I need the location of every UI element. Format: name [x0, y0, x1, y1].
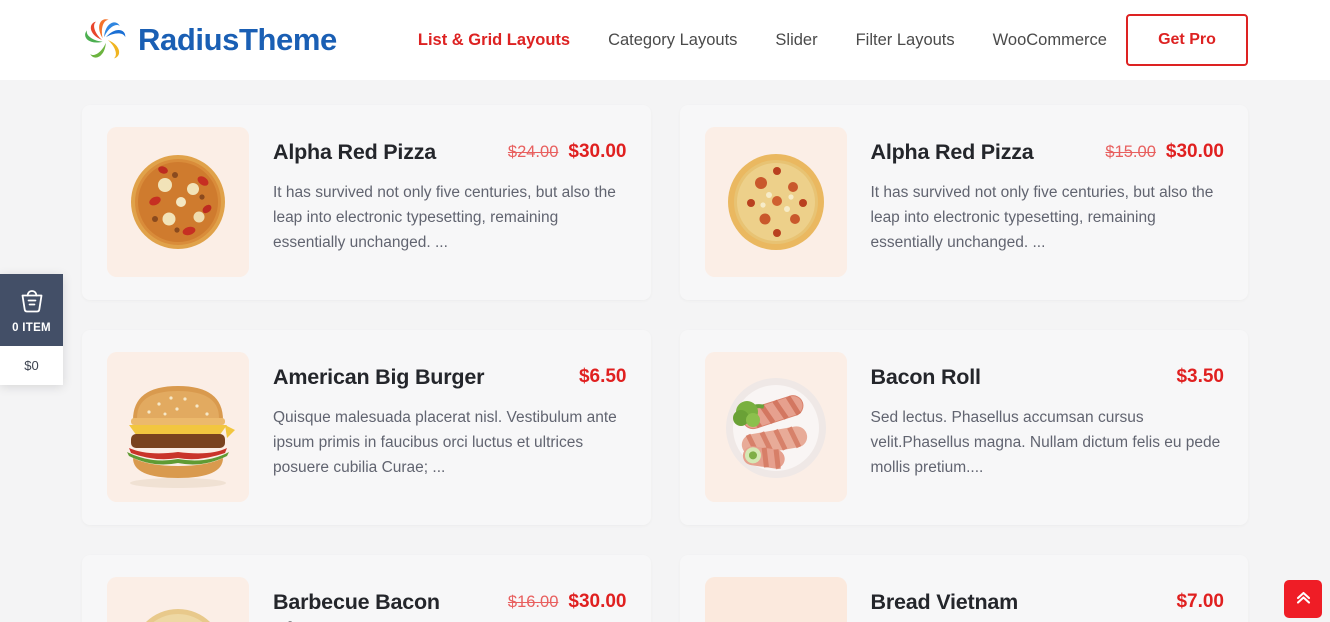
browser-viewport: RadiusTheme List & Grid Layouts Category…	[0, 0, 1330, 622]
product-description: Quisque malesuada placerat nisl. Vestibu…	[273, 408, 617, 476]
product-title[interactable]: Barbecue Bacon Pizza	[273, 589, 494, 622]
main-content: Alpha Red Pizza $24.00 $30.00 It has sur…	[0, 80, 1330, 622]
bacon-rolls-plate-photo	[704, 352, 847, 502]
get-pro-button[interactable]: Get Pro	[1125, 14, 1248, 66]
nav-item-list-and-grid-layouts[interactable]: List & Grid Layouts	[399, 0, 589, 80]
product-card[interactable]: Alpha Red Pizza $15.00 $30.00 It has sur…	[679, 105, 1248, 300]
nav-item-slider[interactable]: Slider	[756, 0, 836, 80]
product-thumbnail[interactable]	[107, 127, 249, 277]
product-price: $6.50	[579, 364, 627, 388]
pizza-cheese-golden-photo	[704, 127, 847, 277]
product-price-old: $16.00	[507, 593, 559, 611]
product-details: Bacon Roll $3.50 Sed lectus. Phasellus a…	[871, 352, 1225, 503]
product-title[interactable]: American Big Burger	[273, 364, 484, 392]
product-price: $3.50	[1176, 364, 1224, 388]
main-navigation: List & Grid Layouts Category Layouts Sli…	[399, 0, 1126, 80]
product-price: $24.00 $30.00	[508, 139, 627, 163]
product-details: Bread Vietnam $7.00	[871, 577, 1225, 622]
nav-item-woocommerce[interactable]: WooCommerce	[974, 0, 1126, 80]
product-header-row: Bread Vietnam $7.00	[871, 589, 1225, 617]
product-details: Alpha Red Pizza $15.00 $30.00 It has sur…	[871, 127, 1225, 278]
product-thumbnail[interactable]	[107, 352, 249, 502]
radius-swirl-logo-icon	[82, 17, 128, 63]
product-price: $7.00	[1176, 589, 1224, 613]
brand-logo-link[interactable]: RadiusTheme	[82, 17, 337, 63]
product-price-current: $7.00	[1176, 591, 1224, 612]
product-details: Barbecue Bacon Pizza $16.00 $30.00	[273, 577, 627, 622]
nav-item-filter-layouts[interactable]: Filter Layouts	[837, 0, 974, 80]
product-header-row: Alpha Red Pizza $24.00 $30.00	[273, 139, 627, 167]
product-price: $15.00 $30.00	[1105, 139, 1224, 163]
product-header-row: Barbecue Bacon Pizza $16.00 $30.00	[273, 589, 627, 622]
product-price-current: $6.50	[578, 366, 627, 387]
shopping-basket-icon	[0, 288, 63, 314]
product-price-old: $24.00	[507, 143, 559, 161]
cart-summary[interactable]: 0 ITEM	[0, 274, 63, 346]
product-details: Alpha Red Pizza $24.00 $30.00 It has sur…	[273, 127, 627, 278]
product-thumbnail[interactable]	[704, 352, 847, 502]
product-card[interactable]: Barbecue Bacon Pizza $16.00 $30.00	[82, 555, 651, 622]
double-chevron-up-icon	[1295, 589, 1312, 609]
barbecue-bacon-pizza-photo	[107, 577, 249, 622]
product-price: $16.00 $30.00	[508, 589, 627, 613]
product-description: It has survived not only five centuries,…	[870, 183, 1214, 251]
brand-word-theme: Theme	[238, 22, 337, 57]
bread-vietnam-placeholder	[704, 577, 847, 622]
floating-cart-widget[interactable]: 0 ITEM $0	[0, 274, 63, 385]
product-header-row: American Big Burger $6.50	[273, 364, 627, 392]
cart-item-count: 0 ITEM	[12, 322, 51, 334]
product-header-row: Alpha Red Pizza $15.00 $30.00	[871, 139, 1225, 167]
brand-wordmark: RadiusTheme	[138, 22, 337, 58]
product-header-row: Bacon Roll $3.50	[871, 364, 1225, 392]
product-price-current: $3.50	[1176, 366, 1224, 387]
product-title[interactable]: Alpha Red Pizza	[871, 139, 1034, 167]
product-title[interactable]: Bread Vietnam	[871, 589, 1019, 617]
product-price-current: $30.00	[568, 591, 627, 612]
product-thumbnail[interactable]	[107, 577, 249, 622]
brand-word-radius: Radius	[138, 22, 239, 57]
product-title[interactable]: Bacon Roll	[871, 364, 981, 392]
cheeseburger-photo	[107, 352, 249, 502]
product-card[interactable]: Alpha Red Pizza $24.00 $30.00 It has sur…	[82, 105, 651, 300]
cart-total-amount[interactable]: $0	[0, 346, 63, 385]
product-description: Sed lectus. Phasellus accumsan cursus ve…	[870, 408, 1221, 476]
product-price-current: $30.00	[1165, 141, 1224, 162]
product-card[interactable]: Bread Vietnam $7.00	[679, 555, 1248, 622]
product-grid: Alpha Red Pizza $24.00 $30.00 It has sur…	[82, 105, 1248, 622]
product-price-current: $30.00	[568, 141, 627, 162]
product-price-old: $15.00	[1105, 143, 1156, 161]
product-card[interactable]: American Big Burger $6.50 Quisque malesu…	[82, 330, 651, 525]
site-header: RadiusTheme List & Grid Layouts Category…	[0, 0, 1330, 80]
pizza-red-topping-photo	[107, 127, 249, 277]
scroll-to-top-button[interactable]	[1284, 580, 1322, 618]
product-description: It has survived not only five centuries,…	[273, 183, 616, 251]
product-card[interactable]: Bacon Roll $3.50 Sed lectus. Phasellus a…	[679, 330, 1248, 525]
nav-item-category-layouts[interactable]: Category Layouts	[589, 0, 756, 80]
product-thumbnail[interactable]	[704, 577, 847, 622]
product-title[interactable]: Alpha Red Pizza	[273, 139, 436, 167]
product-thumbnail[interactable]	[704, 127, 847, 277]
product-details: American Big Burger $6.50 Quisque malesu…	[273, 352, 627, 503]
